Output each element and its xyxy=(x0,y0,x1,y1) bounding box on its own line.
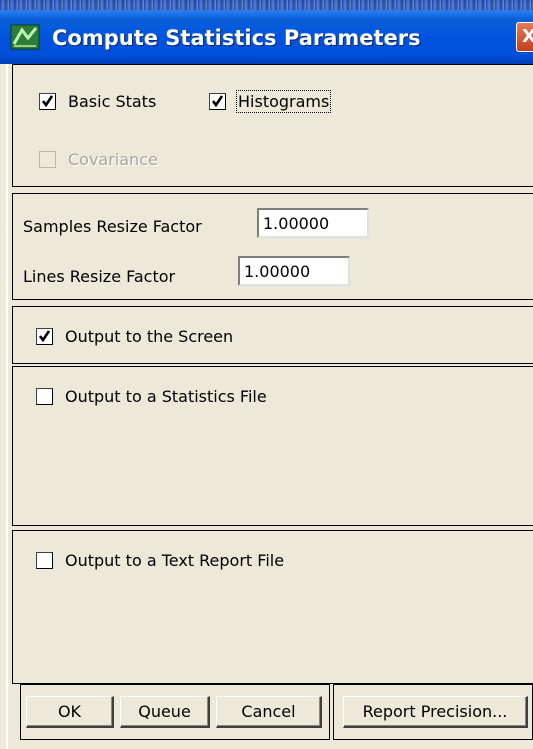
check-icon xyxy=(39,330,50,342)
basic-stats-checkbox[interactable]: Basic Stats xyxy=(39,92,156,111)
stats-options-panel: Basic Stats Histograms Covariance xyxy=(12,64,533,187)
samples-resize-input[interactable] xyxy=(257,208,369,238)
samples-resize-label: Samples Resize Factor xyxy=(23,217,202,236)
histograms-checkbox[interactable]: Histograms xyxy=(209,90,332,113)
output-screen-panel: Output to the Screen xyxy=(12,306,533,364)
output-stats-file-panel: Output to a Statistics File xyxy=(12,366,533,526)
background-window-strip xyxy=(0,0,533,10)
queue-button[interactable]: Queue xyxy=(120,696,210,728)
output-stats-file-label: Output to a Statistics File xyxy=(65,387,267,406)
title-bar[interactable]: Compute Statistics Parameters X xyxy=(0,0,533,64)
lines-resize-input[interactable] xyxy=(238,256,350,286)
output-text-report-label: Output to a Text Report File xyxy=(65,551,285,570)
output-text-report-panel: Output to a Text Report File xyxy=(12,530,533,684)
histograms-label: Histograms xyxy=(235,90,332,113)
basic-stats-label: Basic Stats xyxy=(68,92,157,111)
resize-factor-panel: Samples Resize Factor Lines Resize Facto… xyxy=(12,193,533,300)
output-stats-file-check-box[interactable] xyxy=(36,388,53,405)
lines-resize-label: Lines Resize Factor xyxy=(23,267,176,286)
close-icon: X xyxy=(522,26,533,47)
output-screen-checkbox[interactable]: Output to the Screen xyxy=(36,327,233,346)
ok-button[interactable]: OK xyxy=(26,696,114,728)
cancel-button[interactable]: Cancel xyxy=(216,696,322,728)
window-title: Compute Statistics Parameters xyxy=(52,26,421,50)
check-icon xyxy=(42,95,53,107)
output-stats-file-checkbox[interactable]: Output to a Statistics File xyxy=(36,387,267,406)
basic-stats-check-box[interactable] xyxy=(39,93,56,110)
output-screen-label: Output to the Screen xyxy=(65,327,234,346)
output-screen-check-box[interactable] xyxy=(36,328,53,345)
covariance-check-box[interactable] xyxy=(39,151,56,168)
covariance-checkbox[interactable]: Covariance xyxy=(39,150,158,169)
check-icon xyxy=(212,95,223,107)
covariance-label: Covariance xyxy=(68,150,158,169)
envi-app-icon xyxy=(10,24,40,50)
close-button[interactable]: X xyxy=(516,22,533,52)
output-text-report-check-box[interactable] xyxy=(36,552,53,569)
report-precision-button[interactable]: Report Precision... xyxy=(343,696,528,728)
output-text-report-checkbox[interactable]: Output to a Text Report File xyxy=(36,551,284,570)
histograms-check-box[interactable] xyxy=(209,93,226,110)
